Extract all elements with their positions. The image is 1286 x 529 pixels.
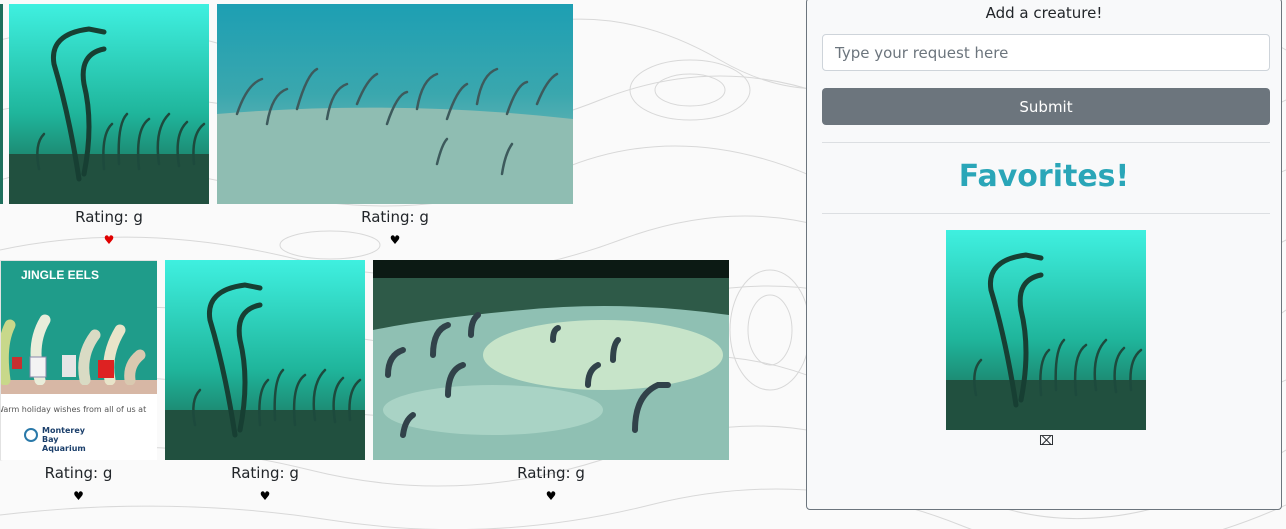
favorites-title: Favorites! <box>958 159 1130 194</box>
banner-border <box>0 260 157 460</box>
gif-partial-left-edge <box>0 4 3 204</box>
gif-card: JINGLE EELS Warm holiday wishes from all… <box>0 260 157 505</box>
request-input[interactable] <box>822 34 1270 71</box>
gif-image[interactable] <box>165 260 365 460</box>
gif-image[interactable] <box>9 4 209 204</box>
gif-card: Rating: g ♥ <box>373 260 729 505</box>
gif-gallery: Rating: g ♥ Rating: g ♥ JINGLE EELS Warm… <box>0 0 800 529</box>
gif-image[interactable] <box>373 260 729 460</box>
divider <box>822 142 1270 143</box>
heart-icon[interactable]: ♥ <box>73 490 84 502</box>
gif-card: Rating: g ♥ <box>165 260 365 505</box>
rating-label: Rating: g <box>517 464 585 482</box>
side-panel: Add a creature! Submit Favorites! ⌧ <box>806 0 1282 510</box>
heart-icon[interactable]: ♥ <box>546 490 557 502</box>
panel-title: Add a creature! <box>985 4 1103 22</box>
submit-button[interactable]: Submit <box>822 88 1270 125</box>
rating-label: Rating: g <box>75 208 143 226</box>
rating-label: Rating: g <box>231 464 299 482</box>
gif-card: Rating: g ♥ <box>9 4 209 249</box>
heart-icon[interactable]: ♥ <box>390 234 401 246</box>
divider <box>822 213 1270 214</box>
gif-card: Rating: g ♥ <box>217 4 573 249</box>
heart-icon[interactable]: ♥ <box>104 234 115 246</box>
rating-label: Rating: g <box>44 464 113 482</box>
remove-favorite-icon[interactable]: ⌧ <box>1039 435 1054 448</box>
favorite-gif-image[interactable] <box>946 230 1146 430</box>
gif-image[interactable]: JINGLE EELS Warm holiday wishes from all… <box>0 260 157 460</box>
heart-icon[interactable]: ♥ <box>260 490 271 502</box>
rating-label: Rating: g <box>361 208 429 226</box>
gif-image[interactable] <box>217 4 573 204</box>
